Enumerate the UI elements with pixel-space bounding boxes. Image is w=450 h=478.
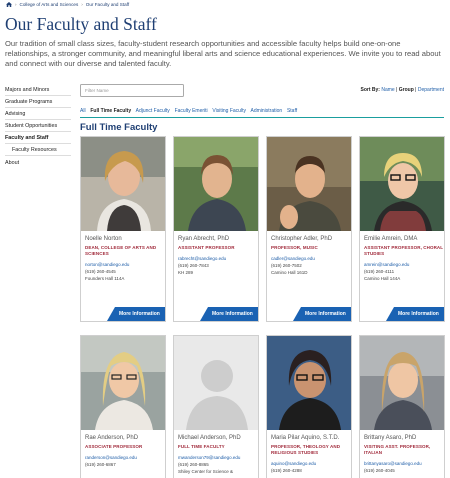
faculty-name: Rae Anderson, PhD [85,435,139,441]
section-title: Full Time Faculty [80,122,158,133]
faculty-photo[interactable] [81,336,165,430]
faculty-title: FULL TIME FACULTY [178,444,225,449]
faculty-contact: randerson@sandiego.edu (619) 260-6867 [85,454,165,468]
faculty-contact: norton@sandiego.edu (619) 260-4545 Found… [85,261,165,282]
faculty-name: Noelle Norton [85,236,122,242]
page-title: Our Faculty and Staff [5,14,157,34]
filter-name-input[interactable] [80,84,184,97]
faculty-contact: mwanderson79@sandiego.edu (619) 260-8865… [178,454,258,475]
faculty-phone: (619) 260-6867 [85,462,116,467]
faculty-email[interactable]: brittanyasaro@sandiego.edu [364,460,444,467]
faculty-contact: cadler@sandiego.edu (619) 260-7502 Camin… [271,255,351,276]
faculty-card[interactable]: Michael Anderson, PhD FULL TIME FACULTY … [173,335,259,478]
faculty-office: KH 289 [178,270,194,275]
faculty-contact: brittanyasaro@sandiego.edu (619) 260-404… [364,460,444,474]
faculty-name: Brittany Asaro, PhD [364,435,417,441]
sort-controls: Sort By: Name | Group | Department [360,87,444,93]
breadcrumb-separator: › [81,2,83,7]
faculty-phone: (619) 260-7502 [271,263,302,268]
sidebar-item-student-opportunities[interactable]: Student Opportunities [5,120,71,132]
faculty-title: ASSOCIATE PROFESSOR [85,444,143,449]
sort-by-group-link[interactable]: Group [399,87,414,93]
faculty-title: PROFESSOR, THEOLOGY AND RELIGIOUS STUDIE… [271,444,341,455]
sidebar-item-about[interactable]: About [5,157,71,169]
tab-staff[interactable]: Staff [287,108,297,114]
faculty-photo[interactable] [81,137,165,231]
more-information-button[interactable]: More Information [293,307,351,321]
faculty-email[interactable]: cadler@sandiego.edu [271,255,351,262]
faculty-office: Camino Hall 144A [364,276,401,281]
sidebar-item-advising[interactable]: Advising [5,108,71,120]
breadcrumb-link-college[interactable]: College of Arts and Sciences [20,2,79,7]
tab-visiting-faculty[interactable]: Visiting Faculty [212,108,246,114]
faculty-email[interactable]: mwanderson79@sandiego.edu [178,454,258,461]
faculty-photo[interactable] [174,137,258,231]
sidebar-item-faculty-resources[interactable]: Faculty Resources [5,144,71,156]
faculty-phone: (619) 260-7843 [178,263,209,268]
faculty-contact: aquino@sandiego.edu (619) 260-4288 [271,460,351,474]
faculty-card[interactable]: Emilie Amrein, DMA ASSISTANT PROFESSOR, … [359,136,445,322]
tab-faculty-emeriti[interactable]: Faculty Emeriti [175,108,208,114]
faculty-card[interactable]: Rae Anderson, PhD ASSOCIATE PROFESSOR ra… [80,335,166,478]
faculty-photo-placeholder[interactable] [174,336,258,430]
faculty-photo[interactable] [267,137,351,231]
home-icon[interactable] [6,2,12,7]
sidebar-item-faculty-and-staff[interactable]: Faculty and Staff [5,132,71,144]
faculty-email[interactable]: rabrecht@sandiego.edu [178,255,258,262]
faculty-email[interactable]: amrein@sandiego.edu [364,261,444,268]
faculty-title: PROFESSOR, MUSIC [271,245,318,250]
tab-adjunct-faculty[interactable]: Adjunct Faculty [136,108,170,114]
more-information-button[interactable]: More Information [200,307,258,321]
faculty-phone: (619) 260-4111 [364,269,395,274]
faculty-title: ASSISTANT PROFESSOR, CHORAL STUDIES [364,245,444,256]
faculty-contact: rabrecht@sandiego.edu (619) 260-7843 KH … [178,255,258,276]
faculty-name: Emilie Amrein, DMA [364,236,418,242]
faculty-photo[interactable] [360,137,444,231]
faculty-name: Maria Pilar Aquino, S.T.D. [271,435,340,441]
more-information-button[interactable]: More Information [107,307,165,321]
faculty-phone: (619) 260-4545 [85,269,116,274]
faculty-title: ASSISTANT PROFESSOR [178,245,235,250]
faculty-card[interactable]: Brittany Asaro, PhD VISITING ASST. PROFE… [359,335,445,478]
faculty-card[interactable]: Noelle Norton DEAN, COLLEGE OF ARTS AND … [80,136,166,322]
faculty-title: VISITING ASST. PROFESSOR, ITALIAN [364,444,431,455]
breadcrumb-separator: › [15,2,17,7]
tab-administration[interactable]: Administration [250,108,282,114]
faculty-office: Camino Hall 161D [271,270,308,275]
faculty-contact: amrein@sandiego.edu (619) 260-4111 Camin… [364,261,444,282]
breadcrumb: › College of Arts and Sciences › Our Fac… [6,2,129,7]
faculty-card[interactable]: Ryan Abrecht, PhD ASSISTANT PROFESSOR ra… [173,136,259,322]
more-information-button[interactable]: More Information [386,307,444,321]
faculty-email[interactable]: aquino@sandiego.edu [271,460,351,467]
sidebar-nav: Majors and Minors Graduate Programs Advi… [5,84,71,169]
faculty-phone: (619) 260-8865 [178,462,209,467]
sort-label: Sort By: [360,87,380,93]
tab-full-time-faculty[interactable]: Full Time Faculty [90,108,131,114]
sidebar-item-graduate-programs[interactable]: Graduate Programs [5,96,71,108]
faculty-name: Ryan Abrecht, PhD [178,236,230,242]
tab-all[interactable]: All [80,108,86,114]
sidebar-item-majors-and-minors[interactable]: Majors and Minors [5,84,71,96]
intro-text: Our tradition of small class sizes, facu… [5,39,441,68]
faculty-photo[interactable] [267,336,351,430]
sort-by-department-link[interactable]: Department [418,87,444,93]
sort-by-name-link[interactable]: Name [381,87,394,93]
faculty-name: Michael Anderson, PhD [178,435,241,441]
faculty-phone: (619) 260-4288 [271,468,302,473]
faculty-office: Shiley Center for Science & [178,469,234,474]
faculty-card[interactable]: Christopher Adler, PhD PROFESSOR, MUSIC … [266,136,352,322]
faculty-title: DEAN, COLLEGE OF ARTS AND SCIENCES [85,245,157,256]
faculty-email[interactable]: norton@sandiego.edu [85,261,165,268]
faculty-office: Founders Hall 114A [85,276,125,281]
faculty-email[interactable]: randerson@sandiego.edu [85,454,165,461]
faculty-card[interactable]: Maria Pilar Aquino, S.T.D. PROFESSOR, TH… [266,335,352,478]
faculty-photo[interactable] [360,336,444,430]
faculty-name: Christopher Adler, PhD [271,236,333,242]
faculty-filter-tabs: All Full Time Faculty Adjunct Faculty Fa… [80,108,444,118]
breadcrumb-current: Our Faculty and Staff [85,2,130,7]
faculty-phone: (619) 260-4045 [364,468,395,473]
